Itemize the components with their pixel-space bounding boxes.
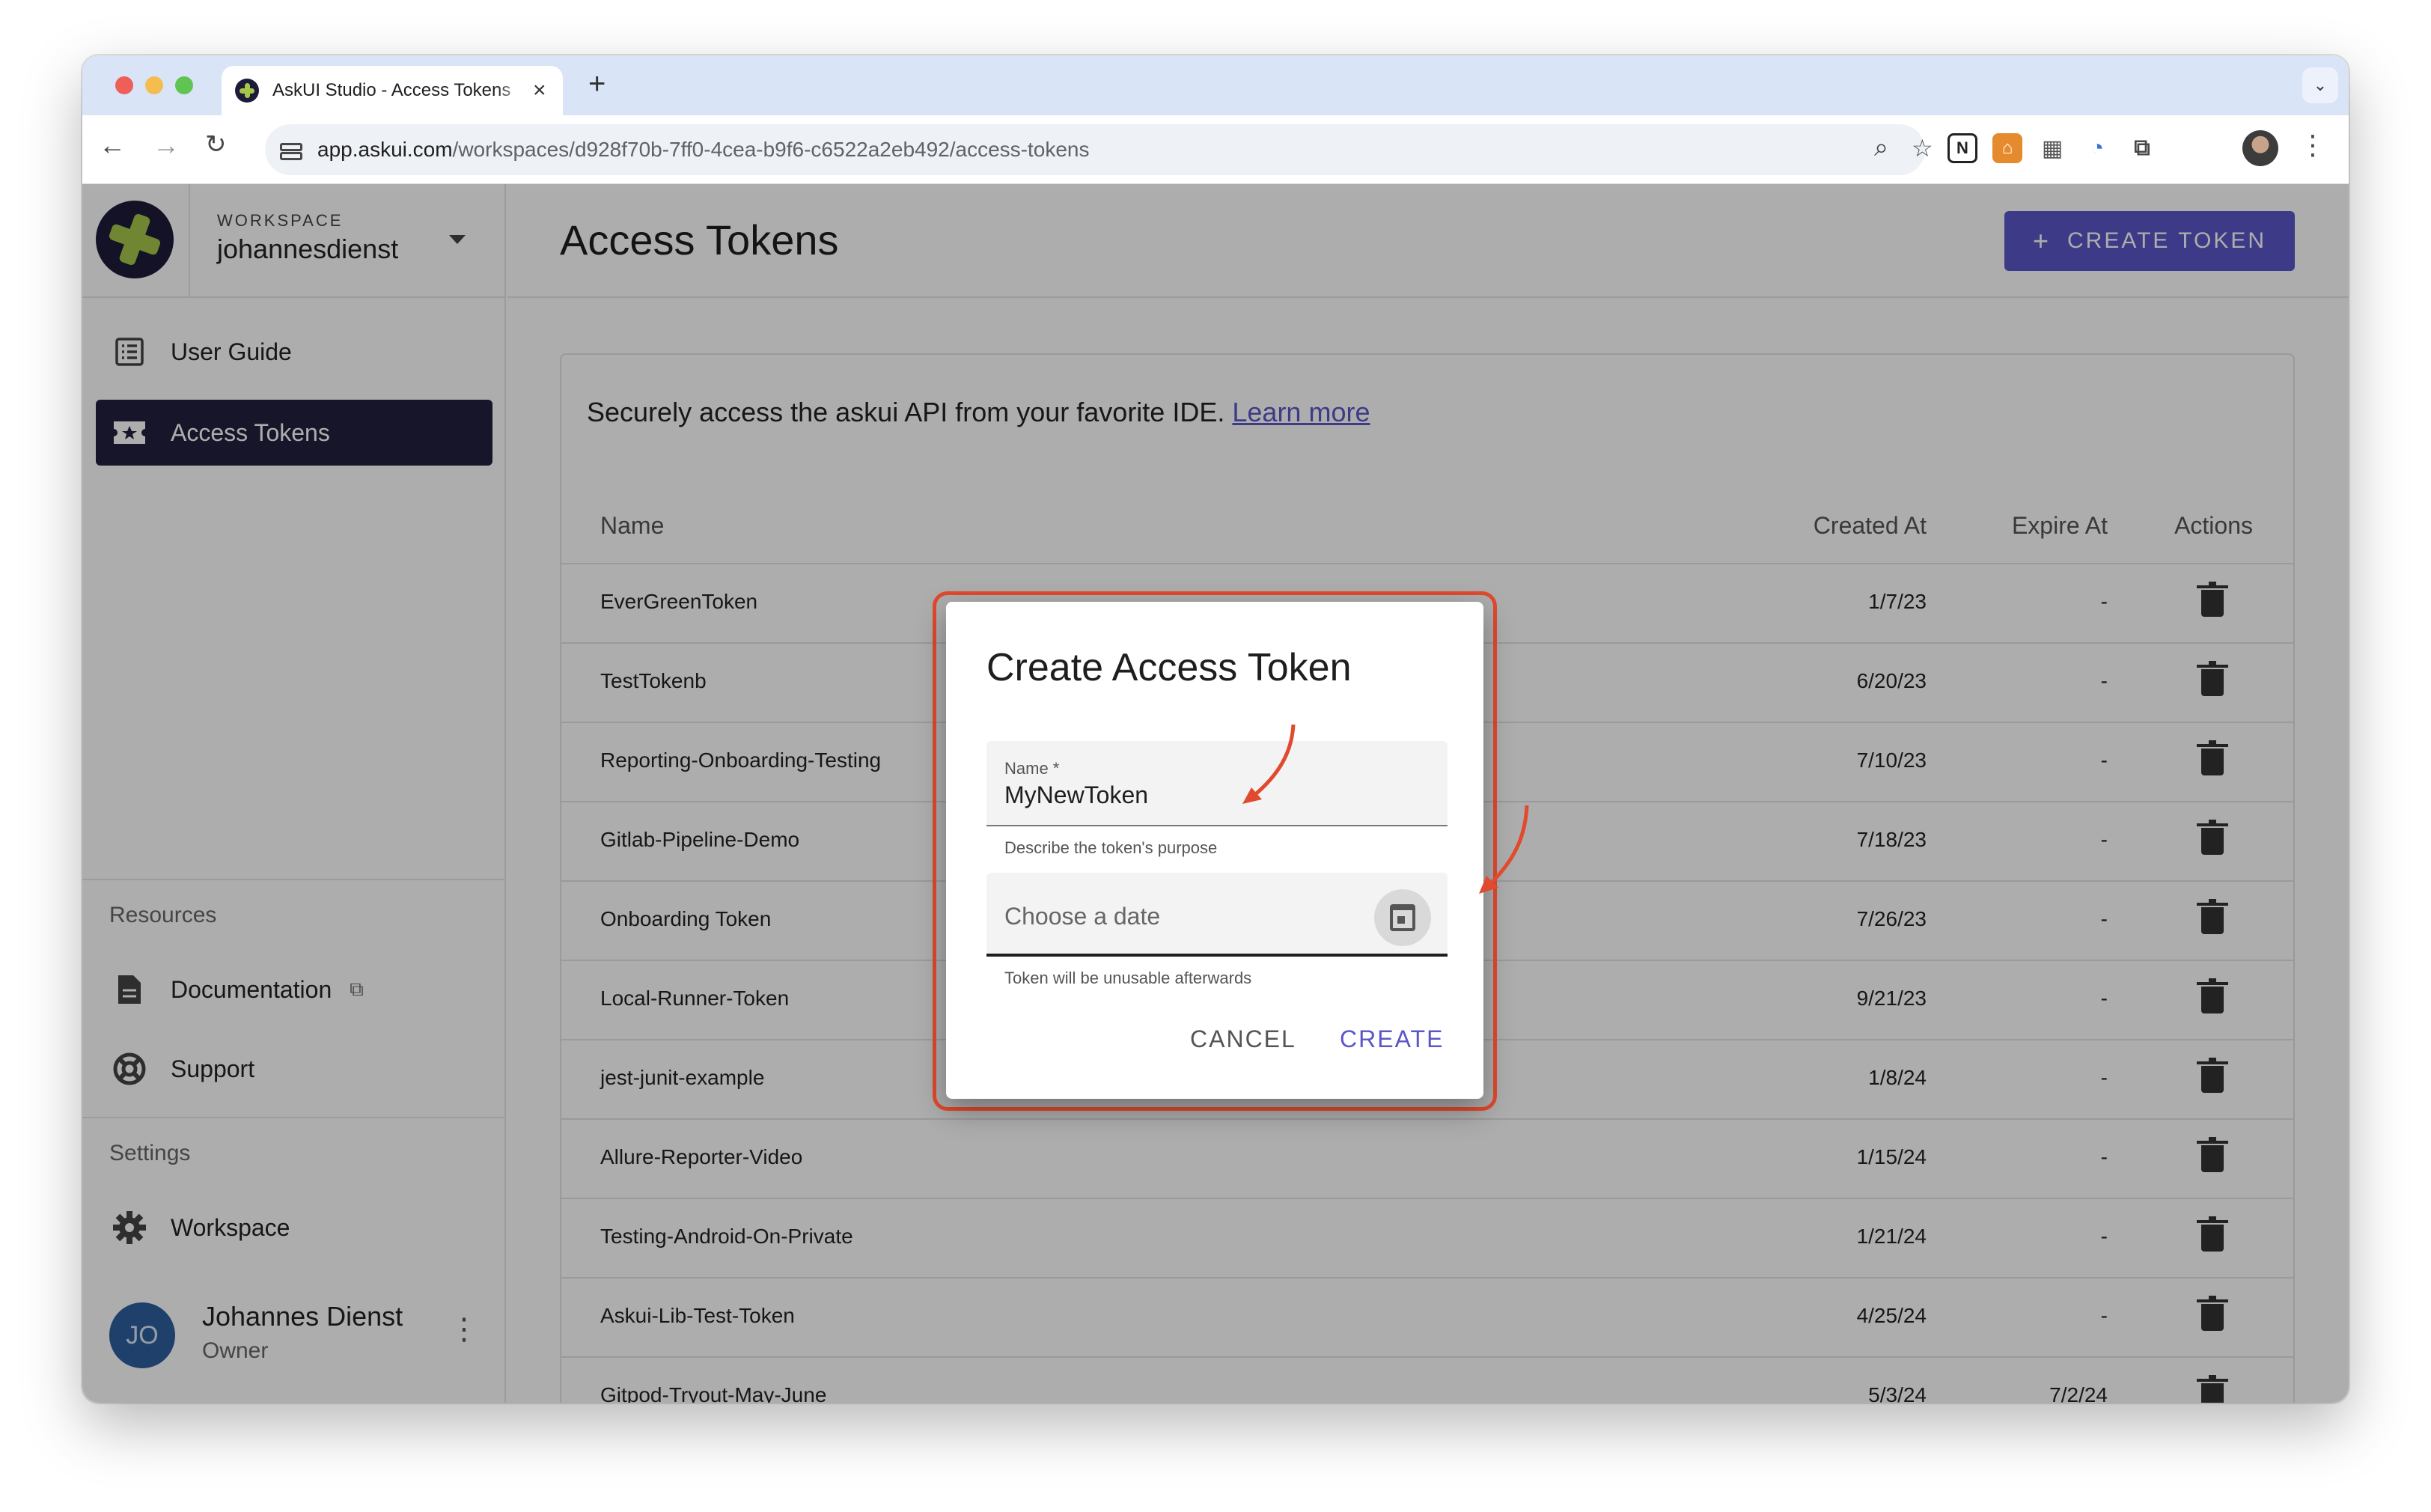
askui-favicon-icon: [235, 79, 259, 103]
browser-window: AskUI Studio - Access Tokens × + ⌄ ← → ↻…: [82, 55, 2349, 1403]
date-hint: Token will be unusable afterwards: [1004, 969, 1252, 987]
token-name-field[interactable]: Name * MyNewToken: [986, 741, 1448, 826]
annotation-arrow-date: [1479, 805, 1529, 894]
extension-orange-icon[interactable]: ⌂: [1992, 133, 2022, 163]
url-text[interactable]: app.askui.com/workspaces/d928f70b-7ff0-4…: [317, 138, 1089, 162]
back-arrow-icon[interactable]: ←: [99, 132, 126, 159]
tab-title: AskUI Studio - Access Tokens: [272, 80, 511, 100]
forward-arrow-icon[interactable]: →: [153, 132, 180, 159]
dialog-title: Create Access Token: [986, 646, 1352, 689]
date-picker-button[interactable]: [1374, 889, 1431, 946]
tab-close-icon[interactable]: ×: [533, 79, 546, 102]
annotation-arrow-name: [1242, 724, 1296, 804]
password-manager-icon[interactable]: ◔: [2082, 133, 2112, 163]
tab-search-button[interactable]: ⌄: [2302, 67, 2338, 103]
profile-avatar[interactable]: [2242, 130, 2278, 166]
name-field-value[interactable]: MyNewToken: [1004, 781, 1148, 809]
address-bar[interactable]: app.askui.com/workspaces/d928f70b-7ff0-4…: [265, 124, 1933, 175]
calendar-icon: [1390, 904, 1415, 931]
new-tab-button[interactable]: +: [588, 69, 606, 99]
expiry-date-field[interactable]: Choose a date: [986, 873, 1448, 957]
create-token-dialog: Create Access Token Name * MyNewToken De…: [946, 602, 1483, 1099]
close-window-button[interactable]: [115, 76, 133, 94]
create-button[interactable]: CREATE: [1340, 1025, 1444, 1053]
app-content: WORKSPACE johannesdienst User Guide Acce…: [82, 184, 2349, 1403]
cancel-button[interactable]: CANCEL: [1190, 1025, 1296, 1053]
reload-icon[interactable]: ↻: [205, 132, 227, 157]
name-hint: Describe the token's purpose: [1004, 838, 1218, 857]
tab-strip: AskUI Studio - Access Tokens × + ⌄: [82, 55, 2349, 115]
name-field-label: Name *: [1004, 759, 1060, 778]
maximize-window-button[interactable]: [175, 76, 193, 94]
extensions-puzzle-icon[interactable]: ⧉: [2127, 133, 2157, 163]
extension-grid-icon[interactable]: ▦: [2037, 133, 2067, 163]
browser-toolbar: ← → ↻ app.askui.com/workspaces/d928f70b-…: [82, 115, 2349, 184]
bookmark-star-icon[interactable]: ☆: [1912, 136, 1933, 160]
zoom-icon[interactable]: ⌕: [1874, 135, 1888, 160]
notion-extension-icon[interactable]: N: [1947, 133, 1977, 163]
date-placeholder[interactable]: Choose a date: [1004, 903, 1160, 930]
browser-tab[interactable]: AskUI Studio - Access Tokens ×: [222, 66, 563, 115]
site-info-icon[interactable]: [278, 138, 302, 161]
minimize-window-button[interactable]: [145, 76, 163, 94]
browser-menu-icon[interactable]: ⋮: [2299, 132, 2326, 159]
